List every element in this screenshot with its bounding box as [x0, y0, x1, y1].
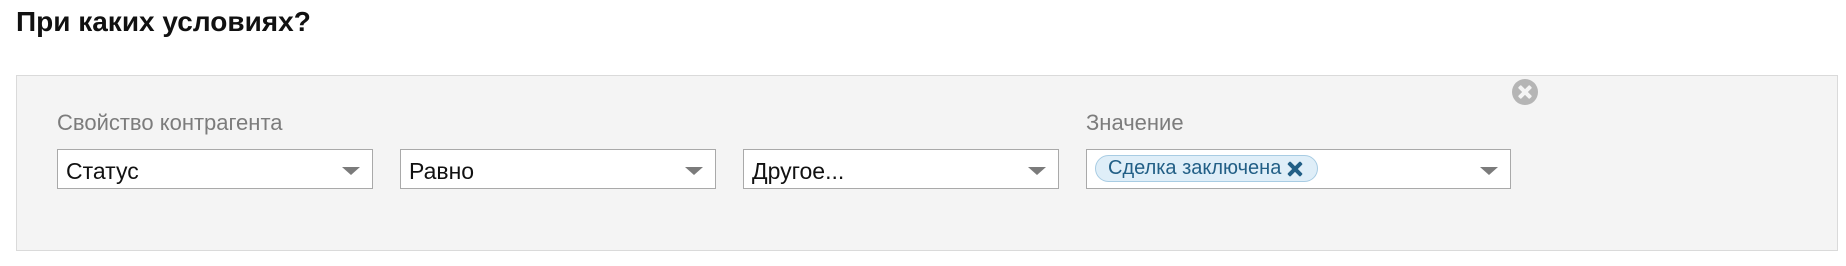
section-title: При каких условиях?	[16, 6, 311, 37]
property-select-value: Статус	[66, 158, 139, 184]
chevron-down-icon	[1028, 167, 1046, 175]
value-source-select-value: Другое...	[752, 158, 845, 184]
chevron-down-icon	[342, 167, 360, 175]
tag-remove-icon[interactable]	[1287, 161, 1303, 177]
operator-select-value: Равно	[409, 158, 475, 184]
chevron-down-icon	[1480, 167, 1498, 175]
property-select[interactable]: Статус	[57, 149, 373, 189]
value-label: Значение	[1086, 110, 1184, 135]
remove-condition-icon[interactable]	[1512, 79, 1538, 105]
value-tag-label: Сделка заключена	[1108, 157, 1282, 179]
chevron-down-icon	[685, 167, 703, 175]
value-multiselect[interactable]: Сделка заключена	[1086, 149, 1511, 189]
property-label: Свойство контрагента	[57, 110, 283, 135]
value-tag: Сделка заключена	[1095, 155, 1319, 182]
value-source-select[interactable]: Другое...	[743, 149, 1059, 189]
condition-panel: Свойство контрагента Статус Равно Другое…	[16, 75, 1838, 251]
operator-select[interactable]: Равно	[400, 149, 716, 189]
